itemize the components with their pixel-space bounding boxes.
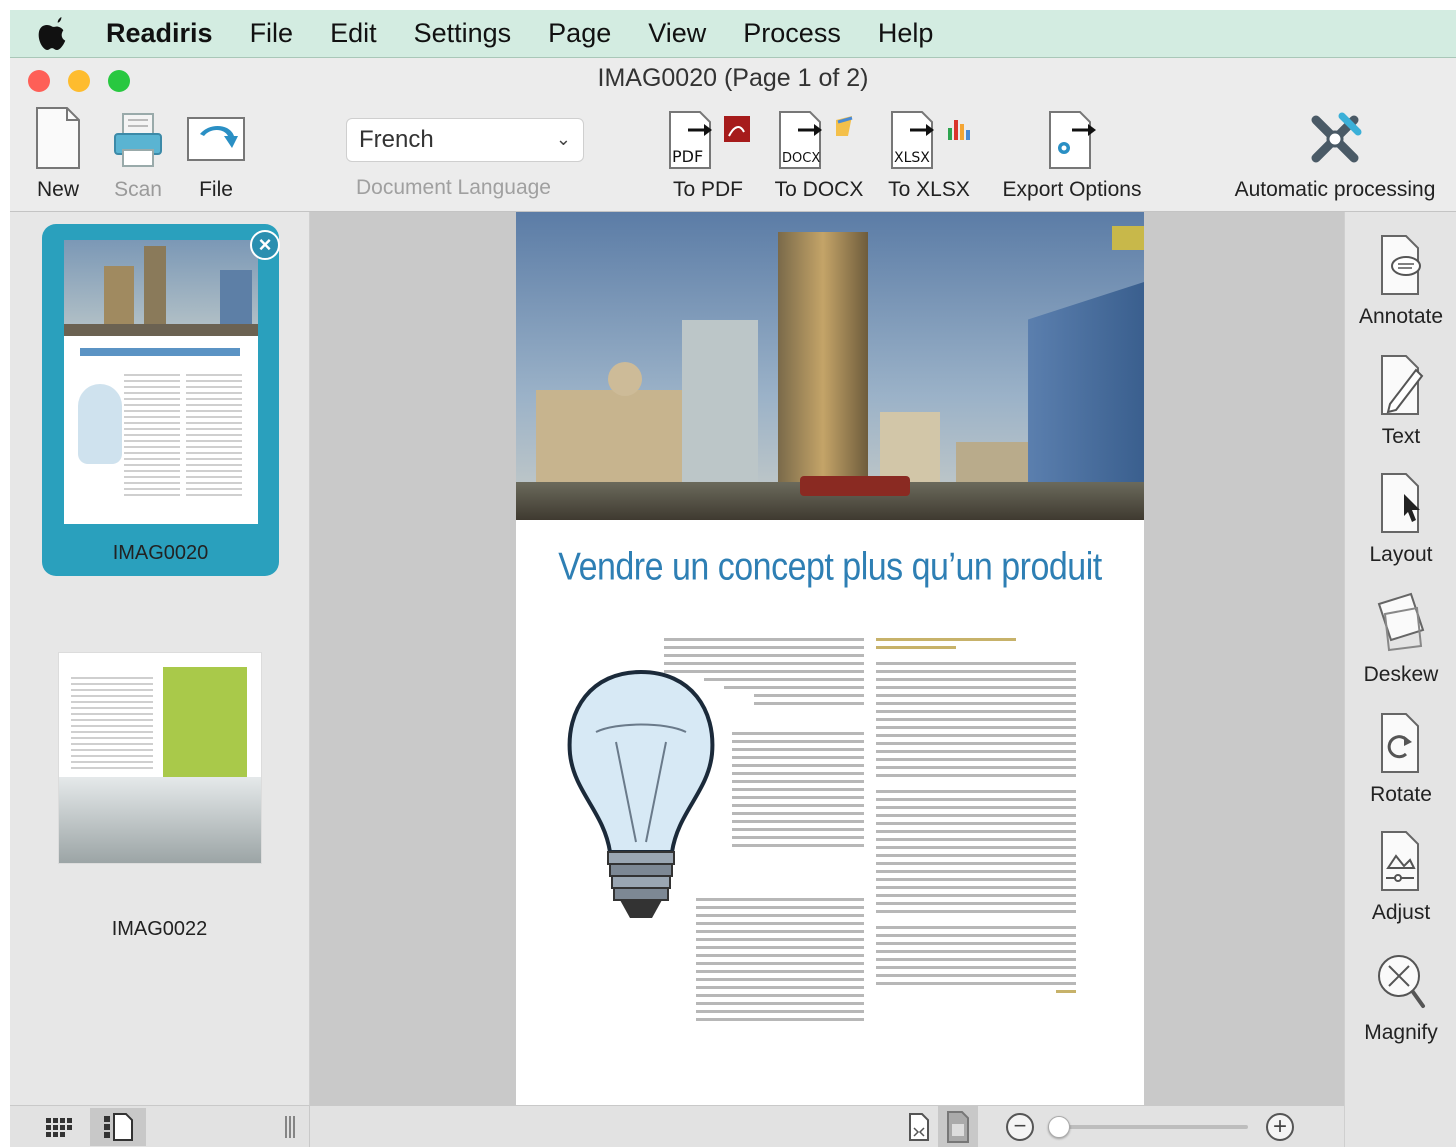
rotate-tool[interactable]: Rotate	[1345, 710, 1456, 807]
file-label: File	[199, 178, 233, 201]
thumbnail-label: IMAG0022	[111, 918, 208, 940]
export-settings-icon	[1049, 111, 1096, 169]
docx-tag: DOCX	[782, 151, 820, 166]
docx-export-icon: DOCX	[779, 111, 853, 169]
document-title: Vendre un concept plus qu’un produit	[558, 545, 1102, 589]
page-view-icon	[909, 1113, 929, 1141]
automatic-processing-button[interactable]: Automatic processing	[1222, 106, 1448, 202]
annotate-label: Annotate	[1358, 305, 1444, 328]
menu-process[interactable]: Process	[743, 18, 841, 49]
open-file-icon	[187, 117, 245, 161]
page-photo	[516, 212, 1144, 520]
tools-panel: Annotate Text Layout Deskew Rotate Adjus…	[1344, 212, 1456, 1147]
grid-view-icon	[46, 1118, 72, 1137]
annotate-tool[interactable]: Annotate	[1345, 232, 1456, 329]
adjust-label: Adjust	[1371, 901, 1431, 924]
magnify-label: Magnify	[1364, 1021, 1438, 1044]
single-page-view-button[interactable]	[904, 1110, 934, 1144]
page-thumbnail-image[interactable]	[58, 652, 262, 864]
text-tool[interactable]: Text	[1345, 352, 1456, 449]
to-docx-button[interactable]: DOCX To DOCX	[772, 106, 866, 202]
layout-label: Layout	[1369, 543, 1433, 566]
zoom-slider-knob[interactable]	[1048, 1116, 1070, 1138]
list-view-button[interactable]	[90, 1108, 146, 1146]
document-page: Vendre un concept plus qu’un produit	[516, 212, 1144, 1105]
annotate-icon	[1381, 235, 1421, 295]
adjust-image-icon	[1381, 831, 1419, 891]
layout-tool[interactable]: Layout	[1345, 470, 1456, 567]
sidebar-bottom-bar	[10, 1105, 310, 1147]
to-pdf-label: To PDF	[672, 178, 743, 201]
automatic-processing-label: Automatic processing	[1234, 178, 1436, 201]
zoom-slider[interactable]	[1048, 1116, 1248, 1138]
deskew-tool[interactable]: Deskew	[1345, 590, 1456, 687]
canvas-bottom-bar: − +	[310, 1105, 1344, 1147]
chevron-down-icon: ⌄	[555, 129, 571, 149]
text-column	[876, 638, 1076, 998]
scan-button[interactable]: Scan	[110, 106, 166, 202]
app-window: IMAG0020 (Page 1 of 2) New Scan File Fre…	[10, 58, 1456, 1147]
grid-view-button[interactable]	[40, 1112, 80, 1142]
toolbar: New Scan File French ⌄ Document Language	[10, 102, 1456, 212]
menu-page[interactable]: Page	[548, 18, 611, 49]
page-thumbnails-sidebar: × IMAG0020 IMAG0022	[10, 212, 310, 1105]
magnify-icon	[1378, 955, 1425, 1008]
thumbnail-label: IMAG0020	[112, 542, 209, 564]
double-page-view-button[interactable]	[938, 1106, 978, 1147]
document-canvas[interactable]: Vendre un concept plus qu’un produit	[310, 212, 1344, 1105]
scan-label: Scan	[114, 178, 162, 201]
text-label: Text	[1381, 425, 1421, 448]
new-label: New	[36, 178, 79, 201]
to-xlsx-button[interactable]: XLSX To XLSX	[884, 106, 974, 202]
menu-bar: Readiris File Edit Settings Page View Pr…	[10, 10, 1456, 58]
title-bar: IMAG0020 (Page 1 of 2)	[10, 58, 1456, 102]
adjust-tool[interactable]: Adjust	[1345, 828, 1456, 925]
layout-cursor-icon	[1381, 473, 1420, 533]
deskew-label: Deskew	[1363, 663, 1439, 686]
rotate-label: Rotate	[1370, 783, 1432, 806]
automatic-processing-icon	[1311, 112, 1362, 163]
to-docx-label: To DOCX	[774, 178, 864, 201]
file-button[interactable]: File	[184, 106, 248, 202]
language-value: French	[359, 126, 434, 153]
resize-handle-icon[interactable]	[280, 1114, 300, 1140]
export-options-label: Export Options	[1002, 178, 1142, 201]
pdf-export-icon: PDF	[669, 111, 750, 169]
close-thumbnail-icon[interactable]: ×	[250, 230, 280, 260]
to-xlsx-label: To XLSX	[888, 178, 970, 201]
zoom-out-button[interactable]: −	[1006, 1113, 1034, 1141]
thumbnail-selected[interactable]: × IMAG0020	[42, 224, 280, 576]
menu-app[interactable]: Readiris	[106, 18, 213, 49]
menu-view[interactable]: View	[648, 18, 706, 49]
menu-settings[interactable]: Settings	[414, 18, 512, 49]
pdf-tag: PDF	[672, 147, 703, 166]
text-column	[664, 638, 864, 710]
window-title: IMAG0020 (Page 1 of 2)	[597, 64, 869, 92]
thumbnail-list-icon	[104, 1113, 133, 1141]
new-button[interactable]: New	[32, 106, 84, 202]
apple-icon[interactable]	[36, 16, 68, 51]
text-edit-icon	[1381, 355, 1424, 415]
new-document-icon	[36, 107, 80, 169]
zoom-in-button[interactable]: +	[1266, 1113, 1294, 1141]
rotate-icon	[1381, 713, 1419, 773]
page-thumbnail-image	[64, 240, 258, 524]
language-label: Document Language	[356, 176, 551, 199]
menu-file[interactable]: File	[250, 18, 294, 49]
scanner-icon	[114, 113, 162, 167]
xlsx-tag: XLSX	[894, 150, 930, 166]
text-column	[732, 732, 864, 852]
deskew-icon	[1377, 592, 1425, 652]
menu-edit[interactable]: Edit	[330, 18, 377, 49]
to-pdf-button[interactable]: PDF To PDF	[666, 106, 750, 202]
menu-help[interactable]: Help	[878, 18, 934, 49]
document-view-icon	[947, 1111, 969, 1143]
magnify-tool[interactable]: Magnify	[1345, 948, 1456, 1045]
language-select[interactable]: French ⌄	[346, 118, 584, 162]
export-options-button[interactable]: Export Options	[994, 106, 1150, 202]
text-column	[696, 898, 864, 1026]
xlsx-export-icon: XLSX	[891, 111, 970, 169]
